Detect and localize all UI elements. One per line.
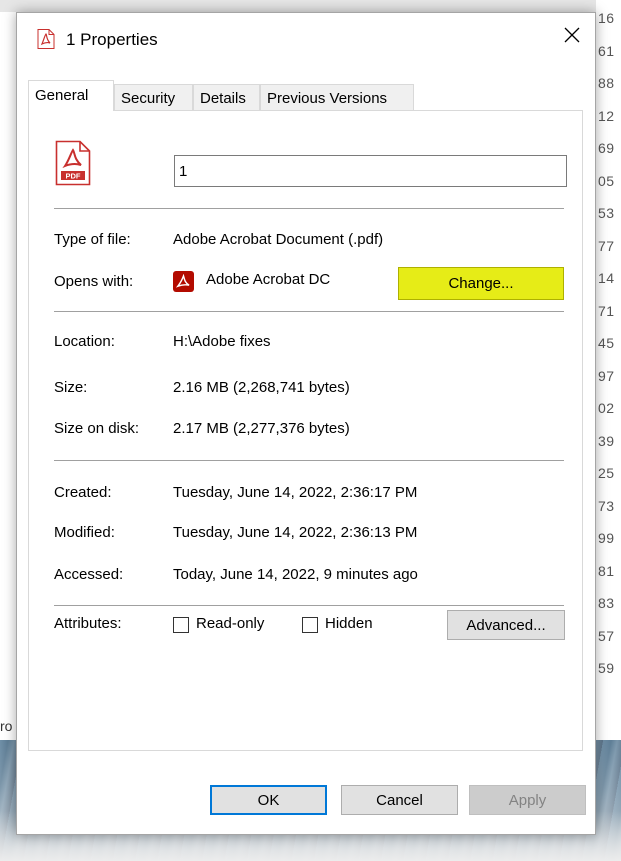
background-number: 59	[598, 660, 615, 676]
background-left-fragment: ro	[0, 718, 13, 734]
background-number: 16	[598, 10, 615, 26]
read-only-label[interactable]: Read-only	[196, 615, 264, 632]
close-icon	[564, 27, 580, 43]
accessed-value: Today, June 14, 2022, 9 minutes ago	[173, 566, 418, 583]
general-tab-panel: PDF Type of file: Adobe Acrobat Document…	[28, 110, 583, 751]
size-value: 2.16 MB (2,268,741 bytes)	[173, 379, 350, 396]
background-number: 53	[598, 205, 615, 221]
ok-button[interactable]: OK	[210, 785, 327, 815]
background-number: 88	[598, 75, 615, 91]
background-number: 25	[598, 465, 615, 481]
accessed-label: Accessed:	[54, 566, 124, 583]
tab-general[interactable]: General	[28, 80, 114, 111]
background-number: 99	[598, 530, 615, 546]
background-number: 69	[598, 140, 615, 156]
cancel-button[interactable]: Cancel	[341, 785, 458, 815]
background-number: 61	[598, 42, 615, 59]
opens-with-value: Adobe Acrobat DC	[206, 271, 331, 288]
separator	[54, 311, 564, 312]
background-number: 81	[598, 562, 615, 579]
created-value: Tuesday, June 14, 2022, 2:36:17 PM	[173, 484, 418, 501]
dialog-title: 1 Properties	[66, 30, 158, 49]
svg-text:PDF: PDF	[66, 172, 81, 181]
background-number: 45	[598, 335, 615, 351]
pdf-file-icon	[37, 29, 55, 49]
close-button[interactable]	[549, 13, 595, 57]
pdf-document-icon: PDF	[55, 140, 91, 186]
background-number: 77	[598, 237, 615, 254]
background-number: 73	[598, 497, 615, 514]
location-label: Location:	[54, 333, 115, 350]
location-value: H:\Adobe fixes	[173, 333, 271, 350]
separator	[54, 605, 564, 606]
change-button[interactable]: Change...	[398, 267, 564, 300]
tab-details[interactable]: Details	[193, 84, 260, 110]
background-number: 02	[598, 400, 615, 416]
tab-previous-versions[interactable]: Previous Versions	[260, 84, 414, 110]
background-number: 71	[598, 302, 615, 319]
background-number-column	[596, 0, 621, 861]
size-on-disk-value: 2.17 MB (2,277,376 bytes)	[173, 420, 350, 437]
separator	[54, 460, 564, 461]
read-only-checkbox[interactable]	[173, 617, 189, 633]
hidden-label[interactable]: Hidden	[325, 615, 373, 632]
file-name-input[interactable]	[174, 155, 567, 187]
modified-label: Modified:	[54, 524, 115, 541]
background-number: 83	[598, 595, 615, 611]
background-number: 39	[598, 432, 615, 449]
size-label: Size:	[54, 379, 88, 396]
background-number: 12	[598, 107, 615, 124]
title-bar[interactable]: 1 Properties	[17, 13, 595, 63]
type-of-file-value: Adobe Acrobat Document (.pdf)	[173, 231, 384, 248]
apply-button[interactable]: Apply	[469, 785, 586, 815]
created-label: Created:	[54, 484, 112, 501]
tab-security[interactable]: Security	[114, 84, 193, 110]
modified-value: Tuesday, June 14, 2022, 2:36:13 PM	[173, 524, 418, 541]
opens-with-label: Opens with:	[54, 273, 134, 290]
type-of-file-label: Type of file:	[54, 231, 131, 248]
attributes-label: Attributes:	[54, 615, 122, 632]
size-on-disk-label: Size on disk:	[54, 420, 140, 437]
background-number: 14	[598, 270, 615, 286]
properties-dialog: 1 Properties General Security Details Pr…	[16, 12, 596, 835]
acrobat-icon	[173, 271, 194, 292]
advanced-button[interactable]: Advanced...	[447, 610, 565, 640]
background-number: 97	[598, 367, 615, 384]
separator	[54, 208, 564, 209]
hidden-checkbox[interactable]	[302, 617, 318, 633]
background-top-strip	[0, 0, 621, 12]
background-number: 05	[598, 172, 615, 189]
background-number: 57	[598, 627, 615, 644]
